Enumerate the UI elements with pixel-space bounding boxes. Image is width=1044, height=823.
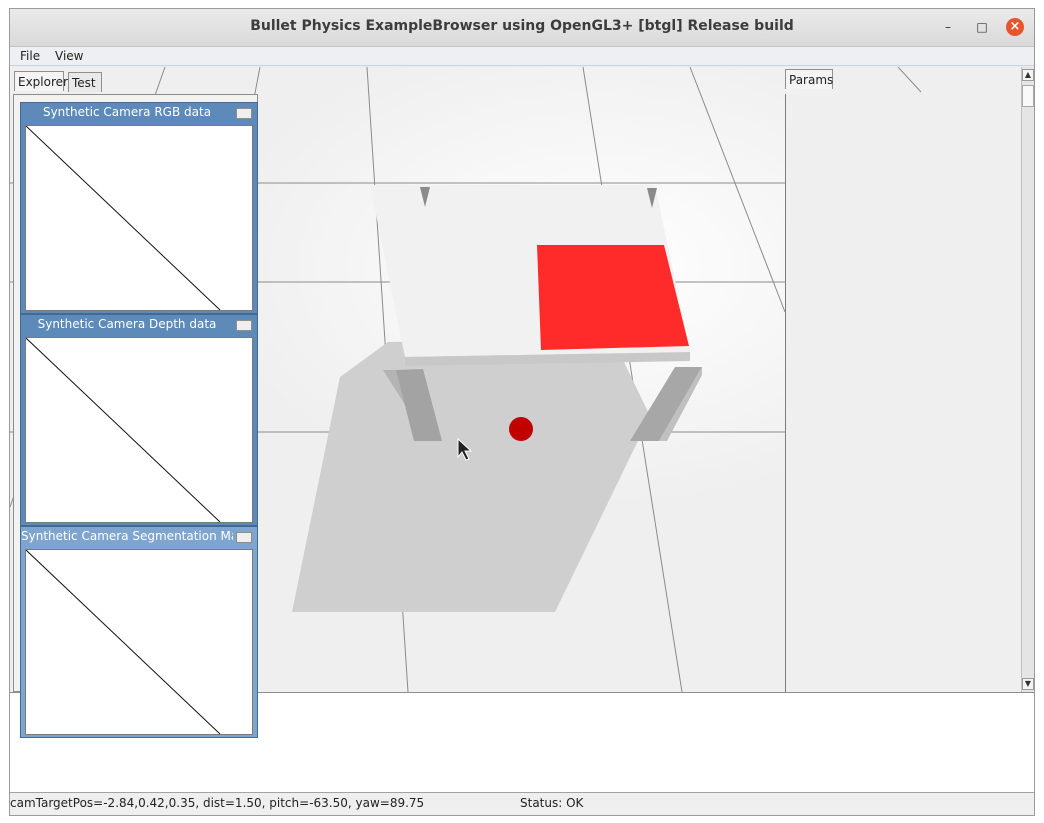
camera-rgb-window[interactable]: Synthetic Camera RGB data [20,102,258,314]
camera-segmentation-title: Synthetic Camera Segmentation Mask [21,529,233,543]
camera-depth-image [25,337,253,523]
title-bar: Bullet Physics ExampleBrowser using Open… [10,9,1034,47]
camera-depth-window[interactable]: Synthetic Camera Depth data [20,314,258,526]
camera-rgb-title: Synthetic Camera RGB data [42,105,212,119]
menu-bar: File View [10,47,1034,66]
menu-file[interactable]: File [20,49,40,63]
scroll-thumb[interactable] [1022,85,1034,107]
close-button[interactable]: × [1006,18,1024,36]
minimize-icon[interactable] [236,532,252,543]
window-title: Bullet Physics ExampleBrowser using Open… [250,18,794,34]
camera-segmentation-window[interactable]: Synthetic Camera Segmentation Mask [20,526,258,738]
status-bar: camTargetPos=-2.84,0.42,0.35, dist=1.50,… [10,792,1034,815]
params-panel [785,94,1022,692]
minimize-button[interactable]: – [939,18,957,36]
tab-test[interactable]: Test [68,72,102,92]
red-cube [537,245,689,350]
camera-segmentation-image [25,549,253,735]
scroll-down-icon[interactable]: ▼ [1022,678,1034,690]
app-status: Status: OK [520,796,584,810]
tab-explorer[interactable]: Explorer [14,71,68,91]
vertical-scrollbar[interactable]: ▲ ▼ [1021,67,1034,692]
camera-rgb-image [25,125,253,311]
app-window: Bullet Physics ExampleBrowser using Open… [9,8,1035,816]
tab-params[interactable]: Params [785,69,833,89]
minimize-icon[interactable] [236,320,252,331]
scroll-up-icon[interactable]: ▲ [1022,69,1034,81]
red-sphere [509,417,533,441]
camera-depth-title: Synthetic Camera Depth data [37,317,217,331]
menu-view[interactable]: View [55,49,83,63]
maximize-button[interactable]: □ [973,18,991,36]
minimize-icon[interactable] [236,108,252,119]
camera-status: camTargetPos=-2.84,0.42,0.35, dist=1.50,… [10,796,425,810]
